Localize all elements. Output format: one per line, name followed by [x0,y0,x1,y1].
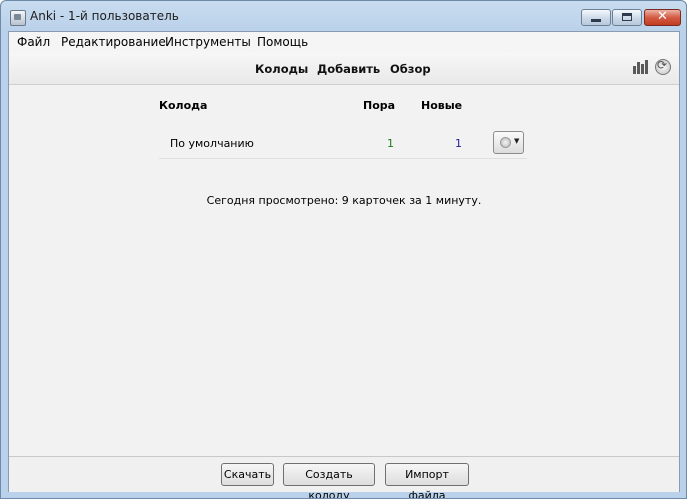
gear-icon [500,137,511,148]
toolbar-browse-link[interactable]: Обзор [390,62,431,76]
deck-name-link[interactable]: По умолчанию [170,137,254,150]
header-deck: Колода [159,99,208,112]
create-deck-button[interactable]: Создать колоду [283,463,375,498]
chevron-down-icon: ▼ [514,137,520,145]
download-button[interactable]: Скачать [221,463,274,486]
header-new: Новые [421,99,463,112]
menu-help[interactable]: Помощь [257,35,308,49]
menu-bar: Файл Редактирование Инструменты Помощь [9,32,679,52]
bottom-bar: Скачать Создать колоду Импорт файла [9,456,679,498]
deck-options-button[interactable]: ▼ [493,131,524,154]
toolbar-decks-link[interactable]: Колоды [255,62,308,76]
new-count: 1 [455,137,462,150]
close-icon: ✕ [657,9,668,24]
maximize-icon [622,13,632,21]
deck-row: По умолчанию 1 1 ▼ [159,124,527,159]
menu-tools[interactable]: Инструменты [165,35,251,49]
import-file-button[interactable]: Импорт файла [385,463,469,498]
client-area: Файл Редактирование Инструменты Помощь К… [8,31,680,498]
minimize-icon [591,19,601,22]
close-button[interactable]: ✕ [644,9,681,26]
toolbar: Колоды Добавить Обзор [9,52,679,85]
studied-today-text: Сегодня просмотрено: 9 карточек за 1 мин… [206,194,482,207]
due-count: 1 [387,137,394,150]
maximize-button[interactable] [612,9,642,26]
header-due: Пора [363,99,396,112]
sync-icon[interactable] [655,58,671,75]
title-bar[interactable]: Anki - 1-й пользователь ✕ [1,1,686,31]
window-title: Anki - 1-й пользователь [30,9,179,23]
toolbar-add-link[interactable]: Добавить [317,62,380,76]
app-icon [10,10,26,26]
anki-window: Anki - 1-й пользователь ✕ Файл Редактиро… [0,0,687,499]
menu-file[interactable]: Файл [17,35,50,49]
deck-browser: Колода Пора Новые По умолчанию 1 1 ▼ Сег… [9,85,679,456]
menu-edit[interactable]: Редактирование [61,35,166,49]
stats-icon[interactable] [633,60,649,74]
minimize-button[interactable] [581,9,611,26]
